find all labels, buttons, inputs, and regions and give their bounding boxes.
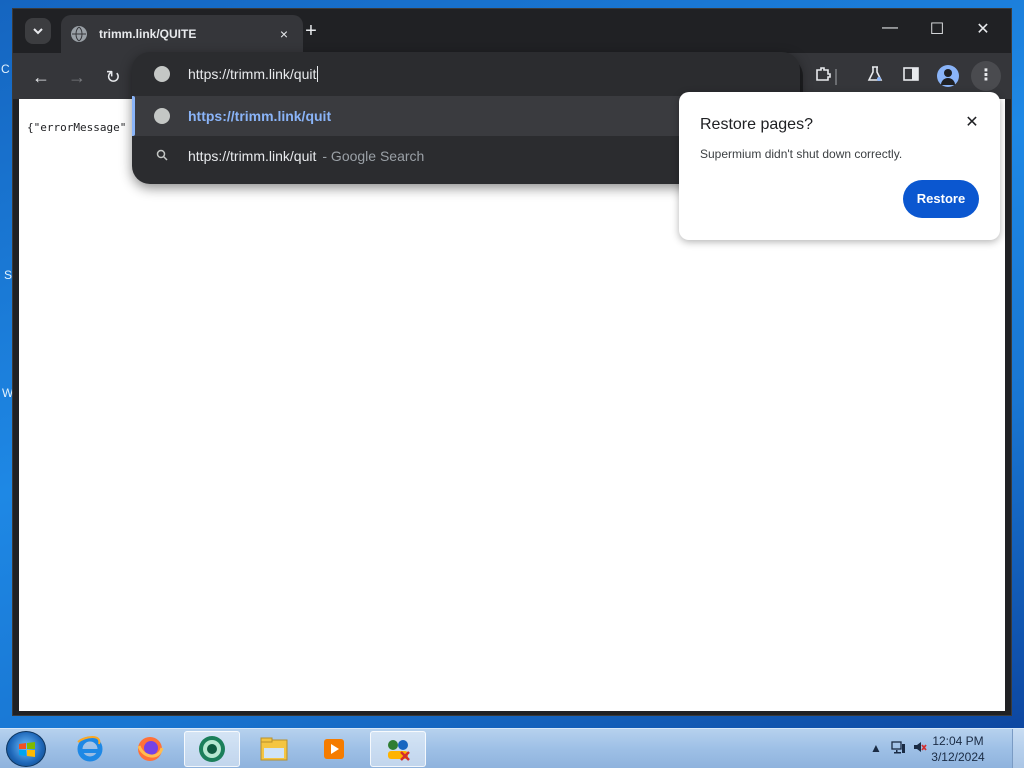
suggestion-text: https://trimm.link/quit: [188, 108, 332, 124]
search-icon: [154, 149, 170, 164]
text-caret: [317, 66, 319, 82]
restore-pages-dialog: Restore pages? Supermium didn't shut dow…: [679, 92, 1000, 240]
network-app-icon[interactable]: [370, 731, 426, 767]
address-input-value[interactable]: https://trimm.link/quit: [188, 66, 316, 82]
taskbar: ▲ 12:04 PM 3/12/2024: [0, 728, 1024, 768]
dialog-message: Supermium didn't shut down correctly.: [700, 147, 903, 161]
media-player-icon[interactable]: [306, 731, 362, 767]
system-clock[interactable]: 12:04 PM 3/12/2024: [930, 733, 986, 765]
restore-button[interactable]: Restore: [903, 180, 979, 218]
tray-expand-icon[interactable]: ▲: [870, 741, 882, 755]
network-status-icon[interactable]: [890, 739, 906, 758]
supermium-icon[interactable]: [184, 731, 240, 767]
globe-icon: [154, 66, 170, 82]
new-tab-button[interactable]: +: [301, 21, 321, 41]
clock-date: 3/12/2024: [931, 750, 985, 764]
toolbar-divider: [835, 69, 837, 85]
tab-strip: trimm.link/QUITE × + — ☐ ✕: [13, 9, 1011, 53]
tab-active[interactable]: trimm.link/QUITE ×: [61, 15, 303, 53]
clock-time: 12:04 PM: [932, 734, 984, 748]
desktop-text-fragment: C: [1, 62, 10, 76]
chevron-down-icon: [33, 28, 43, 35]
tab-search-button[interactable]: [25, 18, 51, 44]
file-explorer-icon[interactable]: [246, 731, 302, 767]
forward-button[interactable]: →: [65, 65, 89, 89]
back-button[interactable]: ←: [29, 65, 53, 89]
dialog-title: Restore pages?: [700, 116, 813, 133]
suggestion-secondary-text: - Google Search: [322, 148, 425, 164]
internet-explorer-icon[interactable]: [62, 731, 118, 767]
maximize-button[interactable]: ☐: [922, 19, 952, 39]
volume-muted-icon[interactable]: [912, 739, 928, 758]
suggestion-text: https://trimm.link/quit: [188, 148, 317, 164]
firefox-icon[interactable]: [122, 731, 178, 767]
address-input[interactable]: https://trimm.link/quit: [132, 52, 800, 96]
globe-icon: [71, 26, 87, 42]
show-desktop-button[interactable]: [1012, 729, 1024, 768]
windows-logo-icon: [19, 742, 35, 757]
reload-button[interactable]: ↻: [101, 65, 125, 89]
json-response-text: {"errorMessage": [27, 121, 127, 134]
globe-icon: [154, 108, 170, 124]
tab-close-icon[interactable]: ×: [275, 26, 293, 42]
start-button[interactable]: [6, 731, 46, 767]
side-panel-icon[interactable]: [899, 65, 923, 89]
menu-button[interactable]: ⋮: [971, 61, 1001, 91]
minimize-button[interactable]: —: [875, 19, 905, 37]
tab-title: trimm.link/QUITE: [99, 27, 197, 41]
desktop-text-fragment: S: [4, 268, 13, 282]
profile-icon[interactable]: [937, 65, 959, 87]
extensions-icon[interactable]: [811, 65, 835, 89]
flask-icon[interactable]: [863, 65, 887, 89]
close-window-button[interactable]: ✕: [968, 19, 998, 39]
close-icon[interactable]: ✕: [962, 112, 982, 132]
